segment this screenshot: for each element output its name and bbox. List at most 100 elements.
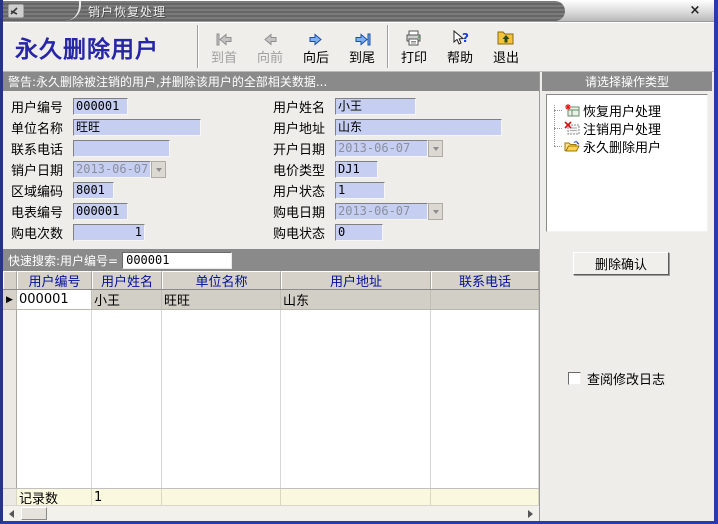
column-header[interactable]: 联系电话 xyxy=(431,271,539,289)
toolbar-button-label: 退出 xyxy=(493,47,519,66)
view-log-label: 查阅修改日志 xyxy=(587,369,665,388)
field-value[interactable]: 2013-06-07 xyxy=(73,161,151,178)
user-detail-form: 用户编号000001单位名称旺旺联系电话销户日期2013-06-07区域编码80… xyxy=(3,91,539,249)
nav-button-arrow-next[interactable]: 向后 xyxy=(293,25,339,69)
column-header[interactable]: 用户编号 xyxy=(17,271,92,289)
search-label: 快速搜索:用户编号= xyxy=(8,252,118,269)
tree-item-open-folder[interactable]: 永久删除用户 xyxy=(549,137,705,155)
grid-empty-column xyxy=(92,310,162,488)
arrow-last-icon xyxy=(354,28,371,46)
field-label: 区域编码 xyxy=(11,181,73,200)
field-label: 销户日期 xyxy=(11,160,73,179)
form-row: 用户地址山东 xyxy=(273,117,535,138)
field-value[interactable]: 小王 xyxy=(335,98,416,115)
grid-empty-column xyxy=(281,310,431,488)
operation-type-tree: 恢复用户处理注销用户处理永久删除用户 xyxy=(546,94,708,232)
grid-body: ▶000001小王旺旺山东 xyxy=(3,290,539,310)
actions-button-help-cursor[interactable]: ?帮助 xyxy=(437,25,483,69)
grid-footer-row: 记录数1 xyxy=(3,488,539,505)
action-buttons: 打印?帮助退出 xyxy=(391,22,529,71)
scroll-right-arrow-icon[interactable] xyxy=(523,507,539,521)
main-area: 警告:永久删除被注销的用户,并删除该用户的全部相关数据... 用户编号00000… xyxy=(3,72,714,521)
grid-empty-column xyxy=(162,310,281,488)
table-cell[interactable]: 旺旺 xyxy=(162,290,281,309)
toolbar-button-label: 向前 xyxy=(257,47,283,66)
form-row: 区域编码8001 xyxy=(11,180,273,201)
search-input[interactable] xyxy=(122,252,232,269)
field-value[interactable]: 山东 xyxy=(335,119,502,136)
nav-button-arrow-last[interactable]: 到尾 xyxy=(339,25,385,69)
toolbar-separator xyxy=(387,25,389,68)
recover-form-icon xyxy=(564,103,580,117)
printer-icon xyxy=(405,28,423,46)
field-value[interactable]: 旺旺 xyxy=(73,119,201,136)
field-label: 购电次数 xyxy=(11,223,73,242)
field-value[interactable]: 0 xyxy=(335,224,383,241)
grid-empty-column xyxy=(17,310,92,488)
page-title: 永久删除用户 xyxy=(3,22,195,71)
close-button[interactable]: × xyxy=(686,3,704,19)
view-log-row: 查阅修改日志 xyxy=(568,369,665,388)
date-combo: 2013-06-07 xyxy=(335,140,443,157)
cancel-form-icon xyxy=(564,121,580,135)
content-panel: 警告:永久删除被注销的用户,并删除该用户的全部相关数据... 用户编号00000… xyxy=(3,72,540,521)
titlebar-capsule: 销户恢复处理 xyxy=(3,1,565,21)
app-window: 销户恢复处理 × 永久删除用户 到首向前向后到尾 打印?帮助退出 警告:永久删除… xyxy=(0,0,718,524)
field-label: 用户姓名 xyxy=(273,97,335,116)
toolbar-button-label: 到首 xyxy=(211,47,237,66)
grid-empty-column xyxy=(431,310,539,488)
field-value[interactable]: 2013-06-07 xyxy=(335,140,428,157)
field-label: 联系电话 xyxy=(11,139,73,158)
field-value[interactable]: 000001 xyxy=(73,98,128,115)
column-header[interactable]: 单位名称 xyxy=(162,271,281,289)
window-icon[interactable] xyxy=(8,4,24,18)
scroll-left-arrow-icon[interactable] xyxy=(3,507,19,521)
field-value[interactable]: 2013-06-07 xyxy=(335,203,428,220)
form-row: 联系电话 xyxy=(11,138,273,159)
operation-type-header: 请选择操作类型 xyxy=(542,72,712,91)
combo-dropdown-icon xyxy=(151,161,166,178)
arrow-first-icon xyxy=(216,28,233,46)
actions-button-printer[interactable]: 打印 xyxy=(391,25,437,69)
form-row: 单位名称旺旺 xyxy=(11,117,273,138)
table-cell[interactable]: 000001 xyxy=(17,290,92,309)
delete-confirm-button[interactable]: 删除确认 xyxy=(573,252,669,275)
view-log-checkbox[interactable] xyxy=(568,372,581,385)
form-row: 用户编号000001 xyxy=(11,96,273,117)
column-header[interactable]: 用户姓名 xyxy=(92,271,162,289)
form-row: 购电状态0 xyxy=(273,222,535,243)
nav-button-arrow-prev: 向前 xyxy=(247,25,293,69)
tree-item-cancel-form[interactable]: 注销用户处理 xyxy=(549,119,705,137)
tree-item-label: 注销用户处理 xyxy=(583,119,661,138)
actions-button-exit-folder[interactable]: 退出 xyxy=(483,25,529,69)
form-row: 开户日期2013-06-07 xyxy=(273,138,535,159)
tree-item-label: 恢复用户处理 xyxy=(583,101,661,120)
footer-selector-cell xyxy=(3,489,17,505)
field-value[interactable]: 8001 xyxy=(73,182,114,199)
field-value[interactable]: DJ1 xyxy=(335,161,378,178)
scroll-thumb[interactable] xyxy=(21,507,47,520)
arrow-next-icon xyxy=(308,28,324,46)
date-combo: 2013-06-07 xyxy=(335,203,443,220)
form-left-column: 用户编号000001单位名称旺旺联系电话销户日期2013-06-07区域编码80… xyxy=(11,96,273,249)
field-value[interactable]: 1 xyxy=(73,224,145,241)
quick-search-bar: 快速搜索:用户编号= xyxy=(3,249,539,271)
tree-item-recover-form[interactable]: 恢复用户处理 xyxy=(549,101,705,119)
field-label: 单位名称 xyxy=(11,118,73,137)
column-header[interactable]: 用户地址 xyxy=(281,271,431,289)
form-row: 电价类型DJ1 xyxy=(273,159,535,180)
field-value[interactable]: 1 xyxy=(335,182,385,199)
exit-folder-icon xyxy=(497,28,515,46)
field-value[interactable]: 000001 xyxy=(73,203,128,220)
form-right-column: 用户姓名小王用户地址山东开户日期2013-06-07电价类型DJ1用户状态1购电… xyxy=(273,96,535,249)
table-cell[interactable]: 山东 xyxy=(281,290,431,309)
toolbar-button-label: 向后 xyxy=(303,47,329,66)
table-cell[interactable] xyxy=(431,290,539,309)
table-row[interactable]: ▶000001小王旺旺山东 xyxy=(3,290,539,310)
field-value[interactable] xyxy=(73,140,170,157)
grid-empty-area xyxy=(3,310,539,488)
side-panel: 请选择操作类型 恢复用户处理注销用户处理永久删除用户 删除确认 查阅修改日志 xyxy=(540,72,714,521)
horizontal-scrollbar[interactable] xyxy=(3,505,539,521)
table-cell[interactable]: 小王 xyxy=(92,290,162,309)
date-combo: 2013-06-07 xyxy=(73,161,166,178)
